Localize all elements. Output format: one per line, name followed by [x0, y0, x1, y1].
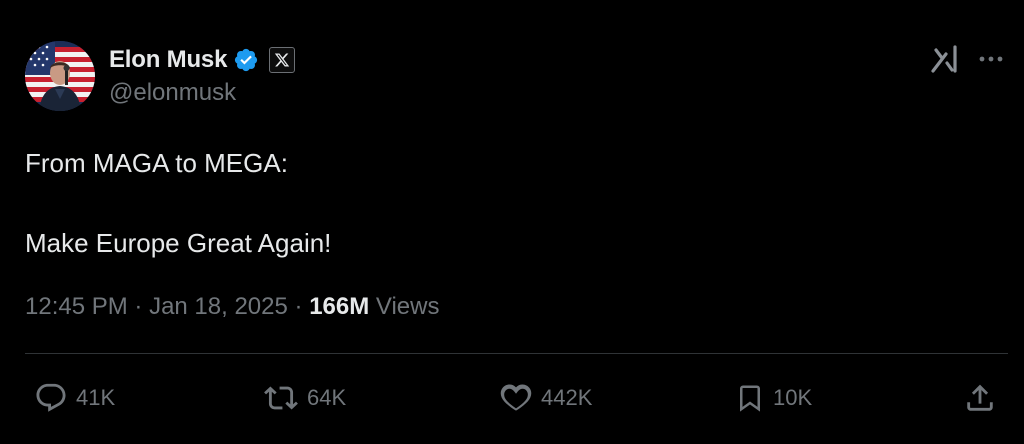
repost-count: 64K: [307, 385, 347, 410]
avatar-image: [25, 41, 95, 111]
tweet-text: From MAGA to MEGA: Make Europe Great Aga…: [25, 143, 331, 263]
tweet-text-blank-line: [25, 183, 331, 223]
author-name-row: Elon Musk: [109, 44, 296, 76]
reply-button[interactable]: 41K: [34, 378, 115, 418]
tweet-card: Elon Musk @elonmusk From MAGA to MEGA: M…: [0, 0, 1024, 444]
tweet-date[interactable]: Jan 18, 2025: [149, 293, 288, 320]
views-label: Views: [369, 293, 440, 320]
x-logo-icon[interactable]: [269, 47, 296, 73]
tweet-time[interactable]: 12:45 PM: [25, 293, 128, 320]
reply-count: 41K: [76, 385, 116, 410]
grok-icon[interactable]: [930, 44, 960, 74]
views-count[interactable]: 166M: [309, 293, 369, 320]
like-button[interactable]: 442K: [499, 378, 592, 418]
share-button[interactable]: [963, 378, 997, 418]
share-icon: [963, 381, 997, 415]
verified-badge-icon[interactable]: [233, 47, 259, 73]
bookmark-icon: [735, 381, 765, 415]
meta-separator: ·: [287, 293, 310, 320]
repost-icon: [263, 381, 299, 415]
tweet-text-line-2: Make Europe Great Again!: [25, 228, 332, 258]
like-count: 442K: [541, 385, 593, 410]
bookmark-count: 10K: [773, 385, 813, 410]
tweet-meta: 12:45 PM · Jan 18, 2025 · 166M Views: [25, 293, 440, 321]
author-handle[interactable]: @elonmusk: [109, 79, 236, 107]
avatar[interactable]: [25, 41, 95, 111]
meta-separator: ·: [127, 293, 150, 320]
more-icon[interactable]: [976, 51, 1006, 67]
divider: [25, 353, 1008, 354]
author-display-name[interactable]: Elon Musk: [109, 46, 227, 74]
reply-icon: [34, 381, 68, 415]
heart-icon: [499, 381, 533, 415]
bookmark-button[interactable]: 10K: [735, 378, 812, 418]
repost-button[interactable]: 64K: [263, 378, 346, 418]
tweet-text-line-1: From MAGA to MEGA:: [25, 148, 288, 178]
